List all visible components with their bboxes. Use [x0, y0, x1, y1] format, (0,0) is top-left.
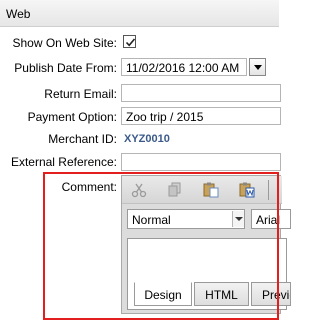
paste-icon[interactable] — [202, 181, 220, 199]
copy-icon[interactable] — [166, 181, 184, 199]
editor-toolbar — [122, 176, 282, 204]
payment-option-label: Payment Option: — [27, 110, 117, 124]
merchant-id-value: XYZ0010 — [124, 133, 170, 145]
comment-label: Comment: — [61, 180, 117, 194]
return-email-label: Return Email: — [44, 87, 117, 101]
section-title: Web — [6, 7, 31, 21]
toolbar-separator — [268, 180, 269, 200]
show-on-web-site-checkbox[interactable] — [123, 35, 136, 48]
date-picker-button[interactable] — [249, 58, 266, 76]
chevron-down-icon — [235, 217, 243, 221]
cut-icon[interactable] — [130, 181, 148, 199]
font-select[interactable]: Arial — [251, 209, 291, 229]
tab-design[interactable]: Design — [134, 282, 192, 306]
chevron-down-icon — [254, 65, 262, 70]
tab-html[interactable]: HTML — [194, 282, 249, 306]
comment-editor: Normal Arial Design HTML Preview — [121, 175, 291, 314]
format-select-value: Normal — [132, 213, 171, 227]
external-reference-label: External Reference: — [10, 155, 117, 169]
tab-preview[interactable]: Preview — [251, 282, 291, 306]
publish-date-from-label: Publish Date From: — [14, 61, 117, 75]
merchant-id-label: Merchant ID: — [48, 132, 117, 146]
format-dropdown-button[interactable] — [232, 211, 244, 227]
section-header: Web — [0, 0, 279, 27]
payment-option-input[interactable]: Zoo trip / 2015 — [121, 107, 281, 125]
return-email-input[interactable] — [121, 84, 281, 102]
external-reference-input[interactable] — [121, 153, 281, 171]
format-select[interactable]: Normal — [127, 209, 245, 229]
font-select-value: Arial — [256, 213, 281, 227]
checkmark-icon — [125, 38, 136, 47]
paste-from-word-icon[interactable] — [238, 181, 256, 199]
publish-date-input[interactable]: 11/02/2016 12:00 AM — [121, 58, 247, 76]
show-on-web-site-label: Show On Web Site: — [12, 36, 118, 50]
